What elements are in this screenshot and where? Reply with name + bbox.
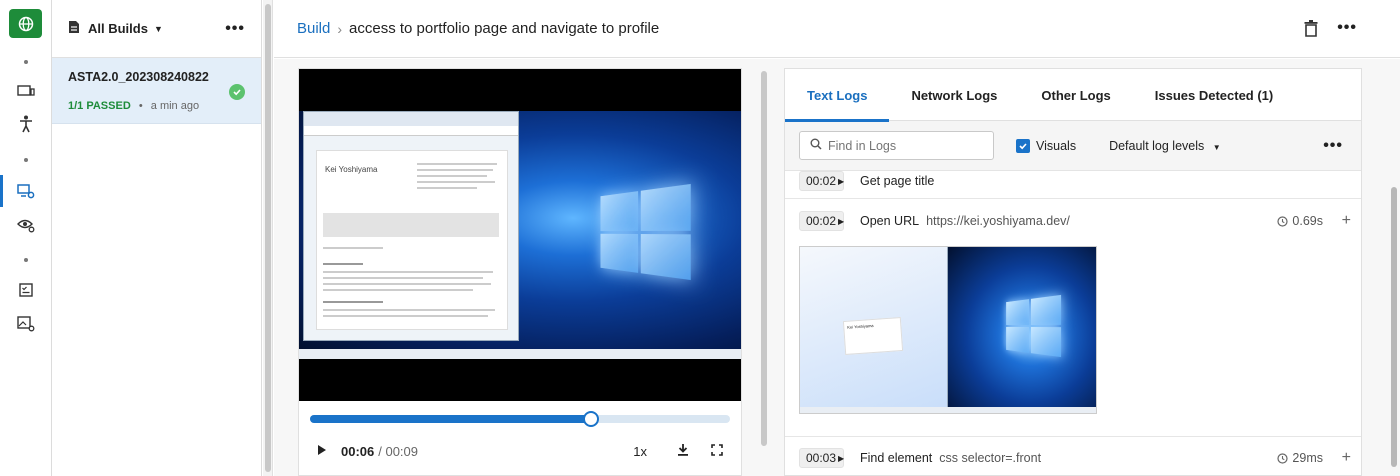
- panel-splitter[interactable]: [761, 71, 767, 446]
- device-icon[interactable]: [16, 81, 36, 101]
- bullet-separator: •: [138, 100, 143, 112]
- logs-panel: Text Logs Network Logs Other Logs Issues…: [784, 68, 1362, 476]
- log-argument: https://kei.yoshiyama.dev/: [926, 214, 1070, 228]
- breadcrumb: Build › access to portfolio page and nav…: [274, 0, 1400, 58]
- trash-icon[interactable]: [1304, 20, 1318, 40]
- rail-separator-dot: [24, 60, 28, 64]
- video-controls: 00:06 / 00:09 1x: [299, 431, 741, 471]
- logs-more-icon[interactable]: •••: [1323, 137, 1343, 155]
- thumb-taskbar: [800, 407, 1096, 413]
- breadcrumb-build-link[interactable]: Build: [297, 20, 330, 37]
- play-icon[interactable]: [317, 444, 327, 459]
- document-icon: [68, 20, 80, 37]
- thumb-card: Kei Yoshiyama: [842, 317, 904, 355]
- fullscreen-icon[interactable]: [711, 443, 723, 459]
- log-levels-label: Default log levels: [1109, 138, 1205, 153]
- recorded-taskbar: [299, 349, 741, 359]
- sidebar-splitter[interactable]: [263, 0, 273, 476]
- build-meta: 1/1 PASSED • a min ago: [68, 100, 245, 112]
- chevron-right-icon: ›: [337, 20, 343, 37]
- video-screen[interactable]: Kei Yoshiyama: [299, 69, 741, 401]
- download-icon[interactable]: [677, 443, 689, 459]
- caret-down-icon: ▼: [1212, 142, 1221, 152]
- expand-triangle-icon: ▶: [838, 453, 845, 463]
- image-settings-icon[interactable]: [16, 314, 36, 334]
- globe-icon[interactable]: [9, 9, 42, 38]
- log-row[interactable]: 00:02 ▶ Open URL https://kei.yoshiyama.de…: [785, 210, 1361, 232]
- search-icon: [810, 138, 822, 153]
- divider: [785, 198, 1361, 199]
- expand-triangle-icon: ▶: [838, 176, 845, 186]
- visibility-settings-icon[interactable]: [16, 215, 36, 235]
- caret-down-icon[interactable]: ▼: [154, 24, 163, 34]
- log-timestamp[interactable]: 00:02 ▶: [799, 171, 844, 191]
- log-duration: 0.69s: [1277, 214, 1323, 228]
- tab-other-logs[interactable]: Other Logs: [1019, 69, 1132, 121]
- expand-plus-icon[interactable]: +: [1342, 212, 1351, 230]
- splitter-handle[interactable]: [265, 4, 271, 472]
- thumb-browser: Kei Yoshiyama: [800, 247, 948, 407]
- video-progress-bar[interactable]: [310, 411, 730, 427]
- divider: [785, 436, 1361, 437]
- rail-active-indicator: [0, 175, 3, 207]
- video-player: Kei Yoshiyama 00:06 / 00:09 1x: [298, 68, 742, 476]
- build-time: a min ago: [150, 100, 200, 112]
- recorded-page-name: Kei Yoshiyama: [325, 165, 378, 174]
- log-action: Open URL: [860, 214, 920, 228]
- expand-triangle-icon: ▶: [838, 216, 845, 226]
- visuals-checkbox[interactable]: Visuals: [1016, 138, 1077, 153]
- log-duration: 29ms: [1277, 451, 1323, 465]
- log-row[interactable]: 00:03 ▶ Find element css selector=.front …: [785, 447, 1361, 469]
- current-time: 00:06: [341, 443, 375, 459]
- build-name: ASTA2.0_202308240822: [68, 70, 209, 84]
- windows-logo: [600, 183, 691, 281]
- logs-tabs: Text Logs Network Logs Other Logs Issues…: [785, 69, 1361, 122]
- clock-icon: [1277, 215, 1289, 227]
- builds-settings-icon[interactable]: [16, 181, 36, 201]
- scrollbar-thumb[interactable]: [1391, 187, 1397, 467]
- rail-separator-dot: [24, 258, 28, 262]
- tab-network-logs[interactable]: Network Logs: [889, 69, 1019, 121]
- tab-issues-detected[interactable]: Issues Detected (1): [1133, 69, 1296, 121]
- page-title: access to portfolio page and navigate to…: [349, 20, 660, 37]
- build-status: 1/1 PASSED: [68, 100, 131, 112]
- check-icon: [229, 84, 245, 100]
- progress-fill: [310, 415, 592, 423]
- visuals-label: Visuals: [1036, 138, 1077, 153]
- thumb-windows-logo: [1006, 294, 1062, 358]
- clock-icon: [1277, 452, 1289, 464]
- logs-scrollbar[interactable]: [1391, 69, 1397, 469]
- log-timestamp[interactable]: 00:03 ▶: [799, 448, 844, 468]
- log-action: Find element: [860, 451, 933, 465]
- log-action: Get page title: [860, 174, 935, 188]
- log-argument: css selector=.front: [939, 451, 1042, 465]
- tab-text-logs[interactable]: Text Logs: [785, 69, 890, 122]
- checklist-icon[interactable]: [16, 280, 36, 300]
- total-duration: / 00:09: [378, 443, 419, 459]
- build-list-item[interactable]: ASTA2.0_202308240822 1/1 PASSED • a min …: [52, 58, 261, 124]
- builds-header: All Builds ▼ •••: [52, 0, 261, 58]
- builds-more-icon[interactable]: •••: [225, 20, 245, 38]
- log-screenshot-thumbnail[interactable]: Kei Yoshiyama: [799, 246, 1097, 414]
- search-box[interactable]: [799, 131, 994, 160]
- recorded-browser-window: Kei Yoshiyama: [303, 111, 519, 341]
- all-builds-dropdown[interactable]: All Builds: [88, 21, 148, 36]
- log-levels-dropdown[interactable]: Default log levels ▼: [1109, 139, 1221, 153]
- page-more-icon[interactable]: •••: [1337, 19, 1357, 37]
- search-input[interactable]: [828, 138, 978, 153]
- recorded-page: Kei Yoshiyama: [316, 150, 508, 330]
- playback-speed-button[interactable]: 1x: [633, 444, 647, 459]
- expand-plus-icon[interactable]: +: [1342, 449, 1351, 467]
- log-timestamp[interactable]: 00:02 ▶: [799, 211, 844, 231]
- rail-separator-dot: [24, 158, 28, 162]
- log-row[interactable]: 00:02 ▶ Get page title: [785, 171, 1361, 191]
- icon-rail: [0, 0, 52, 476]
- builds-sidebar: All Builds ▼ ••• ASTA2.0_202308240822 1/…: [52, 0, 262, 476]
- checkbox-checked-icon[interactable]: [1016, 138, 1030, 153]
- progress-knob[interactable]: [583, 411, 600, 427]
- logs-toolbar: Visuals Default log levels ▼ •••: [785, 121, 1361, 171]
- accessibility-icon[interactable]: [16, 114, 36, 134]
- main-content: Kei Yoshiyama 00:06 / 00:09 1x Text Logs…: [274, 59, 1400, 476]
